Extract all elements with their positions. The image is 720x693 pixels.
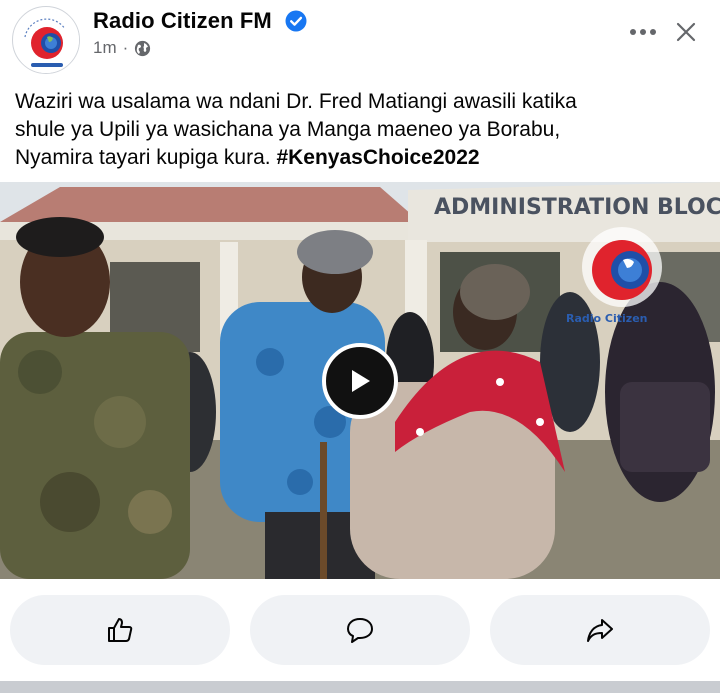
post-time[interactable]: 1m — [93, 38, 117, 58]
post-header: Radio Citizen FM 1m · — [0, 0, 720, 78]
share-icon — [587, 619, 613, 642]
meta-separator: · — [122, 38, 129, 57]
caption-line: Nyamira tayari kupiga kura. #KenyasChoic… — [15, 144, 705, 172]
globe-icon — [135, 40, 151, 56]
like-button[interactable] — [10, 595, 230, 665]
post-caption: Waziri wa usalama wa ndani Dr. Fred Mati… — [15, 88, 705, 172]
radio-citizen-logo — [582, 227, 662, 307]
caption-line: shule ya Upili ya wasichana ya Manga mae… — [15, 118, 561, 141]
page-avatar[interactable] — [12, 6, 80, 74]
thumbs-up-icon — [108, 618, 133, 642]
verified-badge-icon — [285, 10, 307, 32]
comment-icon — [347, 618, 373, 643]
post-action-bar — [0, 595, 720, 665]
comment-button[interactable] — [250, 595, 470, 665]
hide-post-button[interactable] — [670, 16, 702, 48]
hashtag-link[interactable]: #KenyasChoice2022 — [276, 146, 479, 169]
more-dots-icon — [630, 29, 656, 35]
caption-line: Waziri wa usalama wa ndani Dr. Fred Mati… — [15, 90, 577, 113]
radio-citizen-logo — [14, 8, 79, 73]
more-options-button[interactable] — [626, 18, 660, 46]
feed-divider — [0, 681, 720, 693]
page-name[interactable]: Radio Citizen FM — [93, 8, 272, 34]
caption-line-text: Nyamira tayari kupiga kura. — [15, 146, 271, 169]
share-button[interactable] — [490, 595, 710, 665]
post-meta: 1m · — [93, 38, 151, 58]
building-sign: ADMINISTRATION BLOC — [434, 195, 720, 220]
play-icon — [352, 370, 370, 392]
video-watermark-text: Radio Citizen — [566, 312, 648, 325]
play-button[interactable] — [322, 343, 398, 419]
close-icon — [676, 22, 696, 42]
